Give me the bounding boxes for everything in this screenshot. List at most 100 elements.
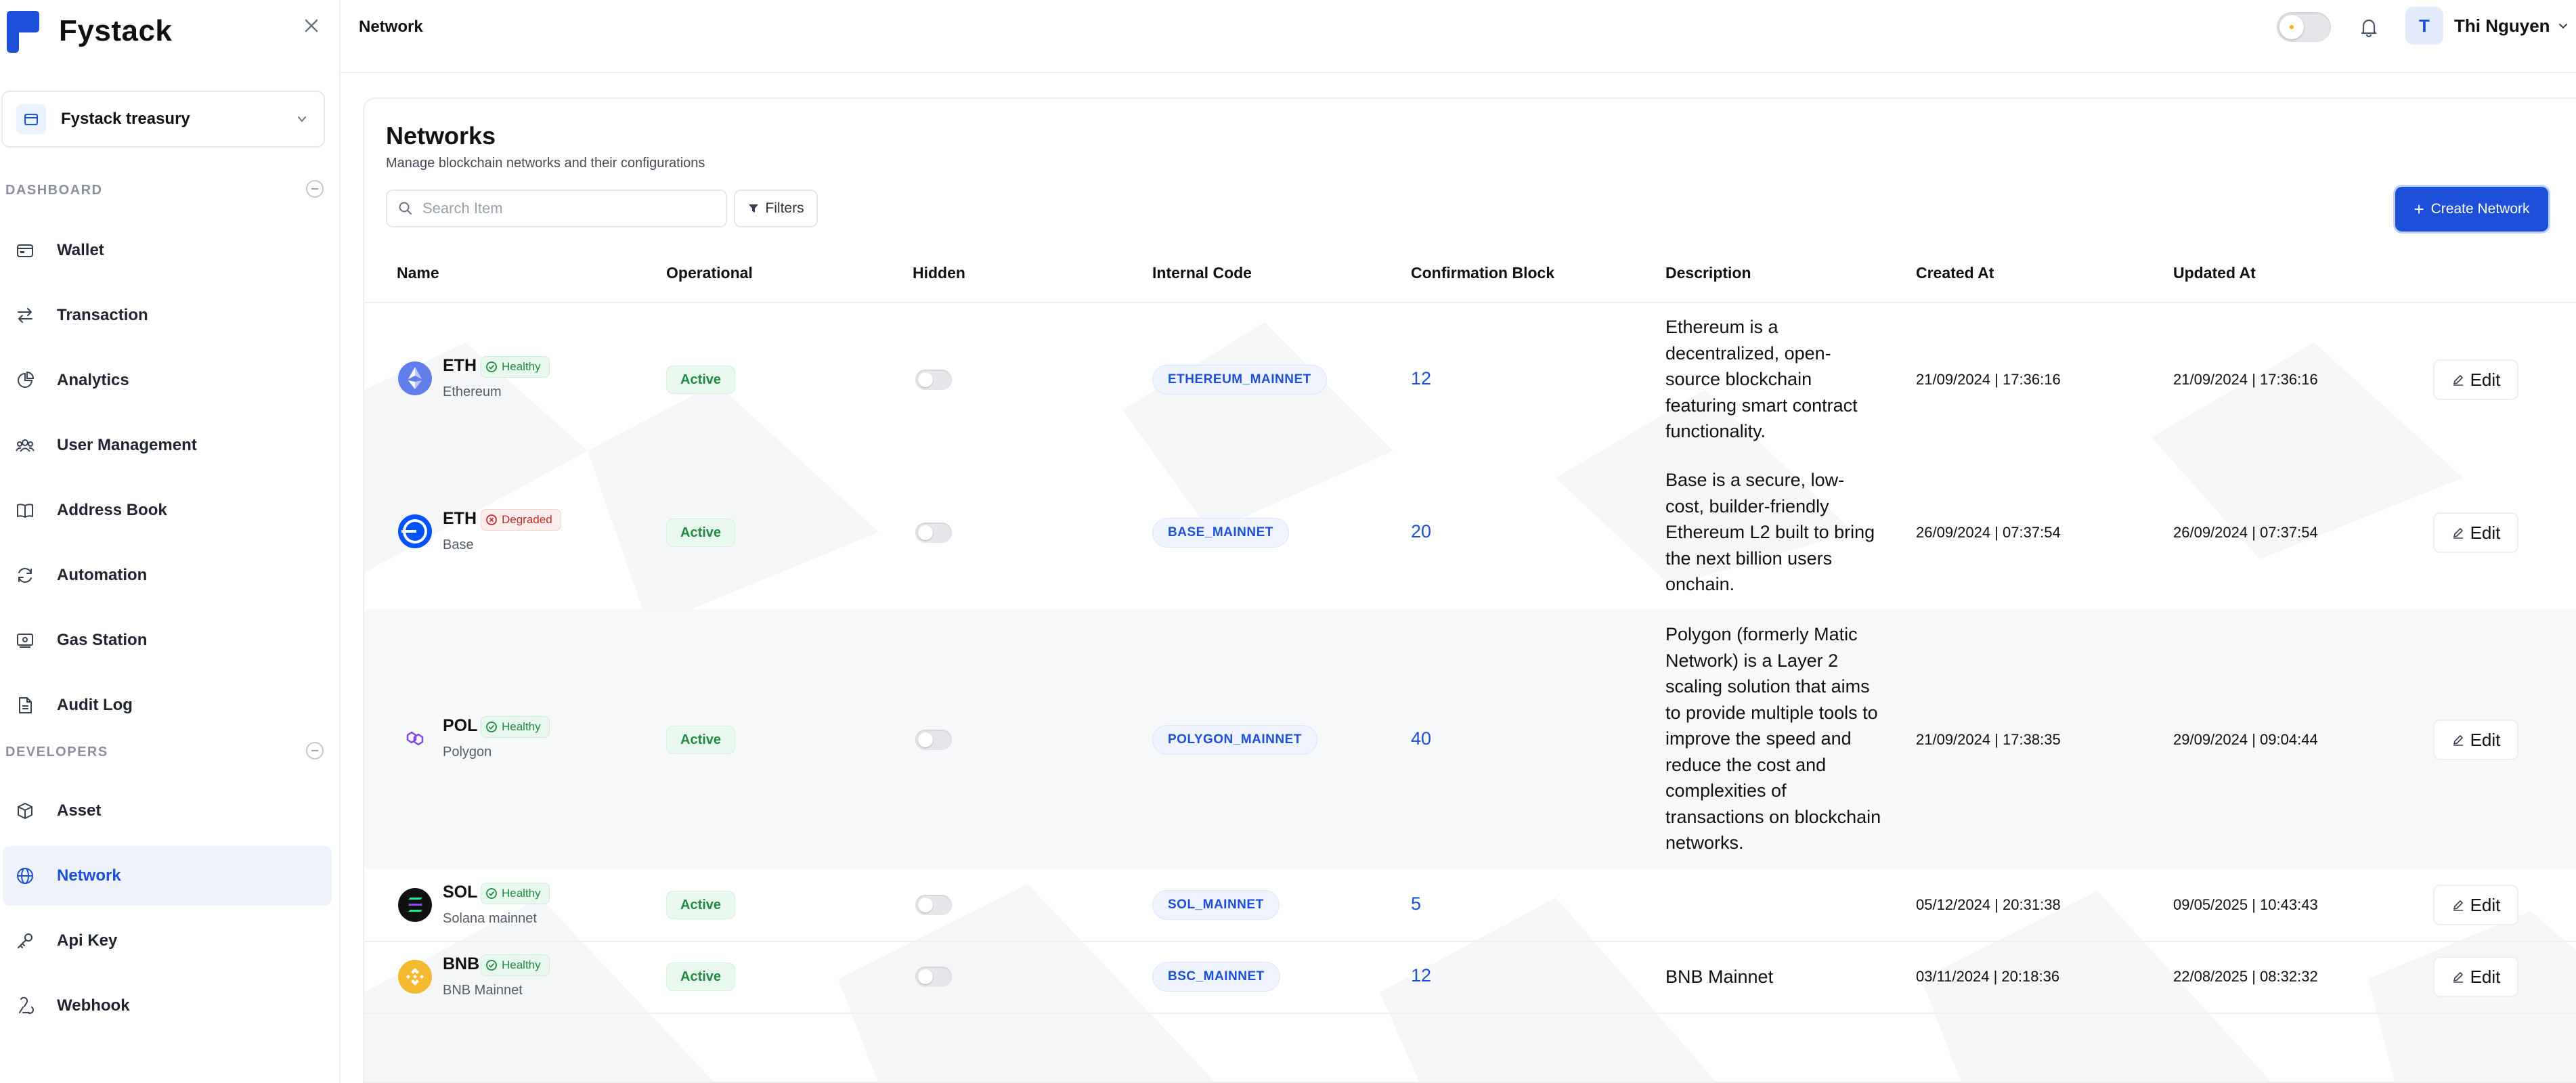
edit-button[interactable]: Edit — [2433, 885, 2518, 925]
confirmation-block: 12 — [1411, 368, 1432, 389]
sidebar-item-label: Network — [57, 866, 121, 885]
edit-button[interactable]: Edit — [2433, 512, 2518, 553]
hidden-toggle[interactable] — [915, 523, 952, 543]
confirmation-block: 20 — [1411, 521, 1432, 542]
document-icon — [15, 695, 35, 715]
collapse-icon[interactable] — [306, 742, 324, 759]
chevron-down-icon — [2558, 24, 2567, 29]
health-badge: Healthy — [481, 716, 550, 738]
column-header-operational[interactable]: Operational — [666, 264, 753, 282]
created-at: 21/09/2024 | 17:38:35 — [1916, 731, 2061, 748]
hidden-toggle[interactable] — [915, 730, 952, 750]
table-row[interactable]: ETH Degraded Base Active BASE_MAINNET 20… — [364, 456, 2576, 609]
sidebar-item-gas-station[interactable]: Gas Station — [3, 611, 332, 670]
sidebar-item-address-book[interactable]: Address Book — [3, 481, 332, 540]
close-icon[interactable] — [302, 16, 321, 35]
sun-icon — [2279, 15, 2304, 39]
sidebar-item-label: Automation — [57, 566, 148, 584]
internal-code-chip: ETHEREUM_MAINNET — [1152, 365, 1327, 395]
network-name: Ethereum — [443, 384, 502, 399]
column-header-hidden[interactable]: Hidden — [913, 264, 965, 282]
edit-button[interactable]: Edit — [2433, 359, 2518, 400]
sidebar-item-label: Analytics — [57, 371, 129, 389]
updated-at: 09/05/2025 | 10:43:43 — [2173, 896, 2318, 913]
section-header-dashboard: DASHBOARD — [5, 180, 324, 198]
users-icon — [15, 435, 35, 456]
workspace-name: Fystack treasury — [61, 110, 190, 128]
sidebar-item-automation[interactable]: Automation — [3, 546, 332, 605]
check-circle-icon — [486, 722, 497, 732]
avatar: T — [2405, 7, 2443, 45]
network-name: Solana mainnet — [443, 911, 537, 926]
sidebar: Fystack Fystack treasury DASHBOARD Walle… — [0, 0, 341, 1083]
page-breadcrumb: Network — [359, 18, 423, 36]
table-row[interactable]: ETH Healthy Ethereum Active ETHEREUM_MAI… — [364, 303, 2576, 456]
edit-icon — [2453, 375, 2463, 386]
edit-label: Edit — [2470, 369, 2501, 390]
column-header-confirmation-block[interactable]: Confirmation Block — [1411, 264, 1554, 282]
sidebar-item-wallet[interactable]: Wallet — [3, 221, 332, 280]
section-header-developers: DEVELOPERS — [5, 742, 324, 760]
search-box[interactable] — [386, 190, 727, 227]
create-network-button[interactable]: + Create Network — [2395, 187, 2548, 231]
sidebar-item-api-key[interactable]: Api Key — [3, 911, 332, 971]
status-badge: Active — [666, 891, 736, 919]
theme-toggle[interactable] — [2277, 12, 2331, 42]
column-header-updated-at[interactable]: Updated At — [2173, 264, 2256, 282]
table-row[interactable]: SOL Healthy Solana mainnet Active SOL_MA… — [364, 869, 2576, 941]
confirmation-block: 5 — [1411, 893, 1422, 914]
bell-icon[interactable] — [2357, 15, 2381, 39]
wallet-icon — [15, 240, 35, 261]
column-header-description[interactable]: Description — [1665, 264, 1751, 282]
updated-at: 29/09/2024 | 09:04:44 — [2173, 731, 2318, 748]
table-row[interactable]: BNB Healthy BNB Mainnet Active BSC_MAINN… — [364, 942, 2576, 1013]
collapse-icon[interactable] — [306, 180, 324, 198]
edit-label: Edit — [2470, 522, 2501, 543]
table-row[interactable]: POL Healthy Polygon Active POLYGON_MAINN… — [364, 609, 2576, 869]
hidden-toggle[interactable] — [915, 895, 952, 915]
sidebar-item-transaction[interactable]: Transaction — [3, 286, 332, 345]
hidden-toggle[interactable] — [915, 370, 952, 390]
search-input[interactable] — [422, 200, 693, 217]
workspace-selector[interactable]: Fystack treasury — [1, 91, 325, 148]
chevron-down-icon — [298, 116, 306, 123]
sidebar-item-user-management[interactable]: User Management — [3, 416, 332, 475]
base-icon — [398, 514, 432, 548]
health-label: Degraded — [502, 513, 552, 526]
brand[interactable]: Fystack — [5, 4, 172, 58]
edit-icon — [2453, 900, 2463, 911]
created-at: 21/09/2024 | 17:36:16 — [1916, 371, 2061, 388]
section-label: DASHBOARD — [5, 183, 103, 198]
sidebar-item-asset[interactable]: Asset — [3, 781, 332, 841]
column-header-internal-code[interactable]: Internal Code — [1152, 264, 1252, 282]
edit-button[interactable]: Edit — [2433, 956, 2518, 997]
sidebar-item-network[interactable]: Network — [3, 846, 332, 906]
health-badge: Healthy — [481, 954, 550, 976]
topbar: Network T Thi Nguyen — [341, 0, 2576, 73]
user-menu[interactable]: T Thi Nguyen — [2405, 7, 2569, 45]
edit-button[interactable]: Edit — [2433, 720, 2518, 760]
key-icon — [15, 931, 35, 951]
network-symbol: POL — [443, 716, 478, 735]
column-header-name[interactable]: Name — [397, 264, 439, 282]
filters-button[interactable]: Filters — [734, 190, 818, 227]
updated-at: 21/09/2024 | 17:36:16 — [2173, 371, 2318, 388]
network-symbol: ETH — [443, 509, 477, 528]
page-title: Networks — [386, 122, 496, 150]
sidebar-item-label: Address Book — [57, 501, 167, 519]
column-header-created-at[interactable]: Created At — [1916, 264, 1994, 282]
network-symbol: SOL — [443, 883, 478, 902]
fystack-logo — [7, 11, 39, 53]
status-badge: Active — [666, 963, 736, 991]
description: BNB Mainnet — [1665, 967, 1774, 987]
sidebar-item-webhook[interactable]: Webhook — [3, 976, 332, 1036]
hidden-toggle[interactable] — [915, 967, 952, 987]
sidebar-item-analytics[interactable]: Analytics — [3, 351, 332, 410]
internal-code-chip: BSC_MAINNET — [1152, 962, 1280, 992]
refresh-icon — [15, 565, 35, 585]
pie-chart-icon — [15, 370, 35, 391]
sidebar-item-audit-log[interactable]: Audit Log — [3, 676, 332, 735]
webhook-icon — [15, 996, 35, 1016]
internal-code-chip: SOL_MAINNET — [1152, 890, 1280, 920]
network-symbol: ETH — [443, 356, 477, 375]
